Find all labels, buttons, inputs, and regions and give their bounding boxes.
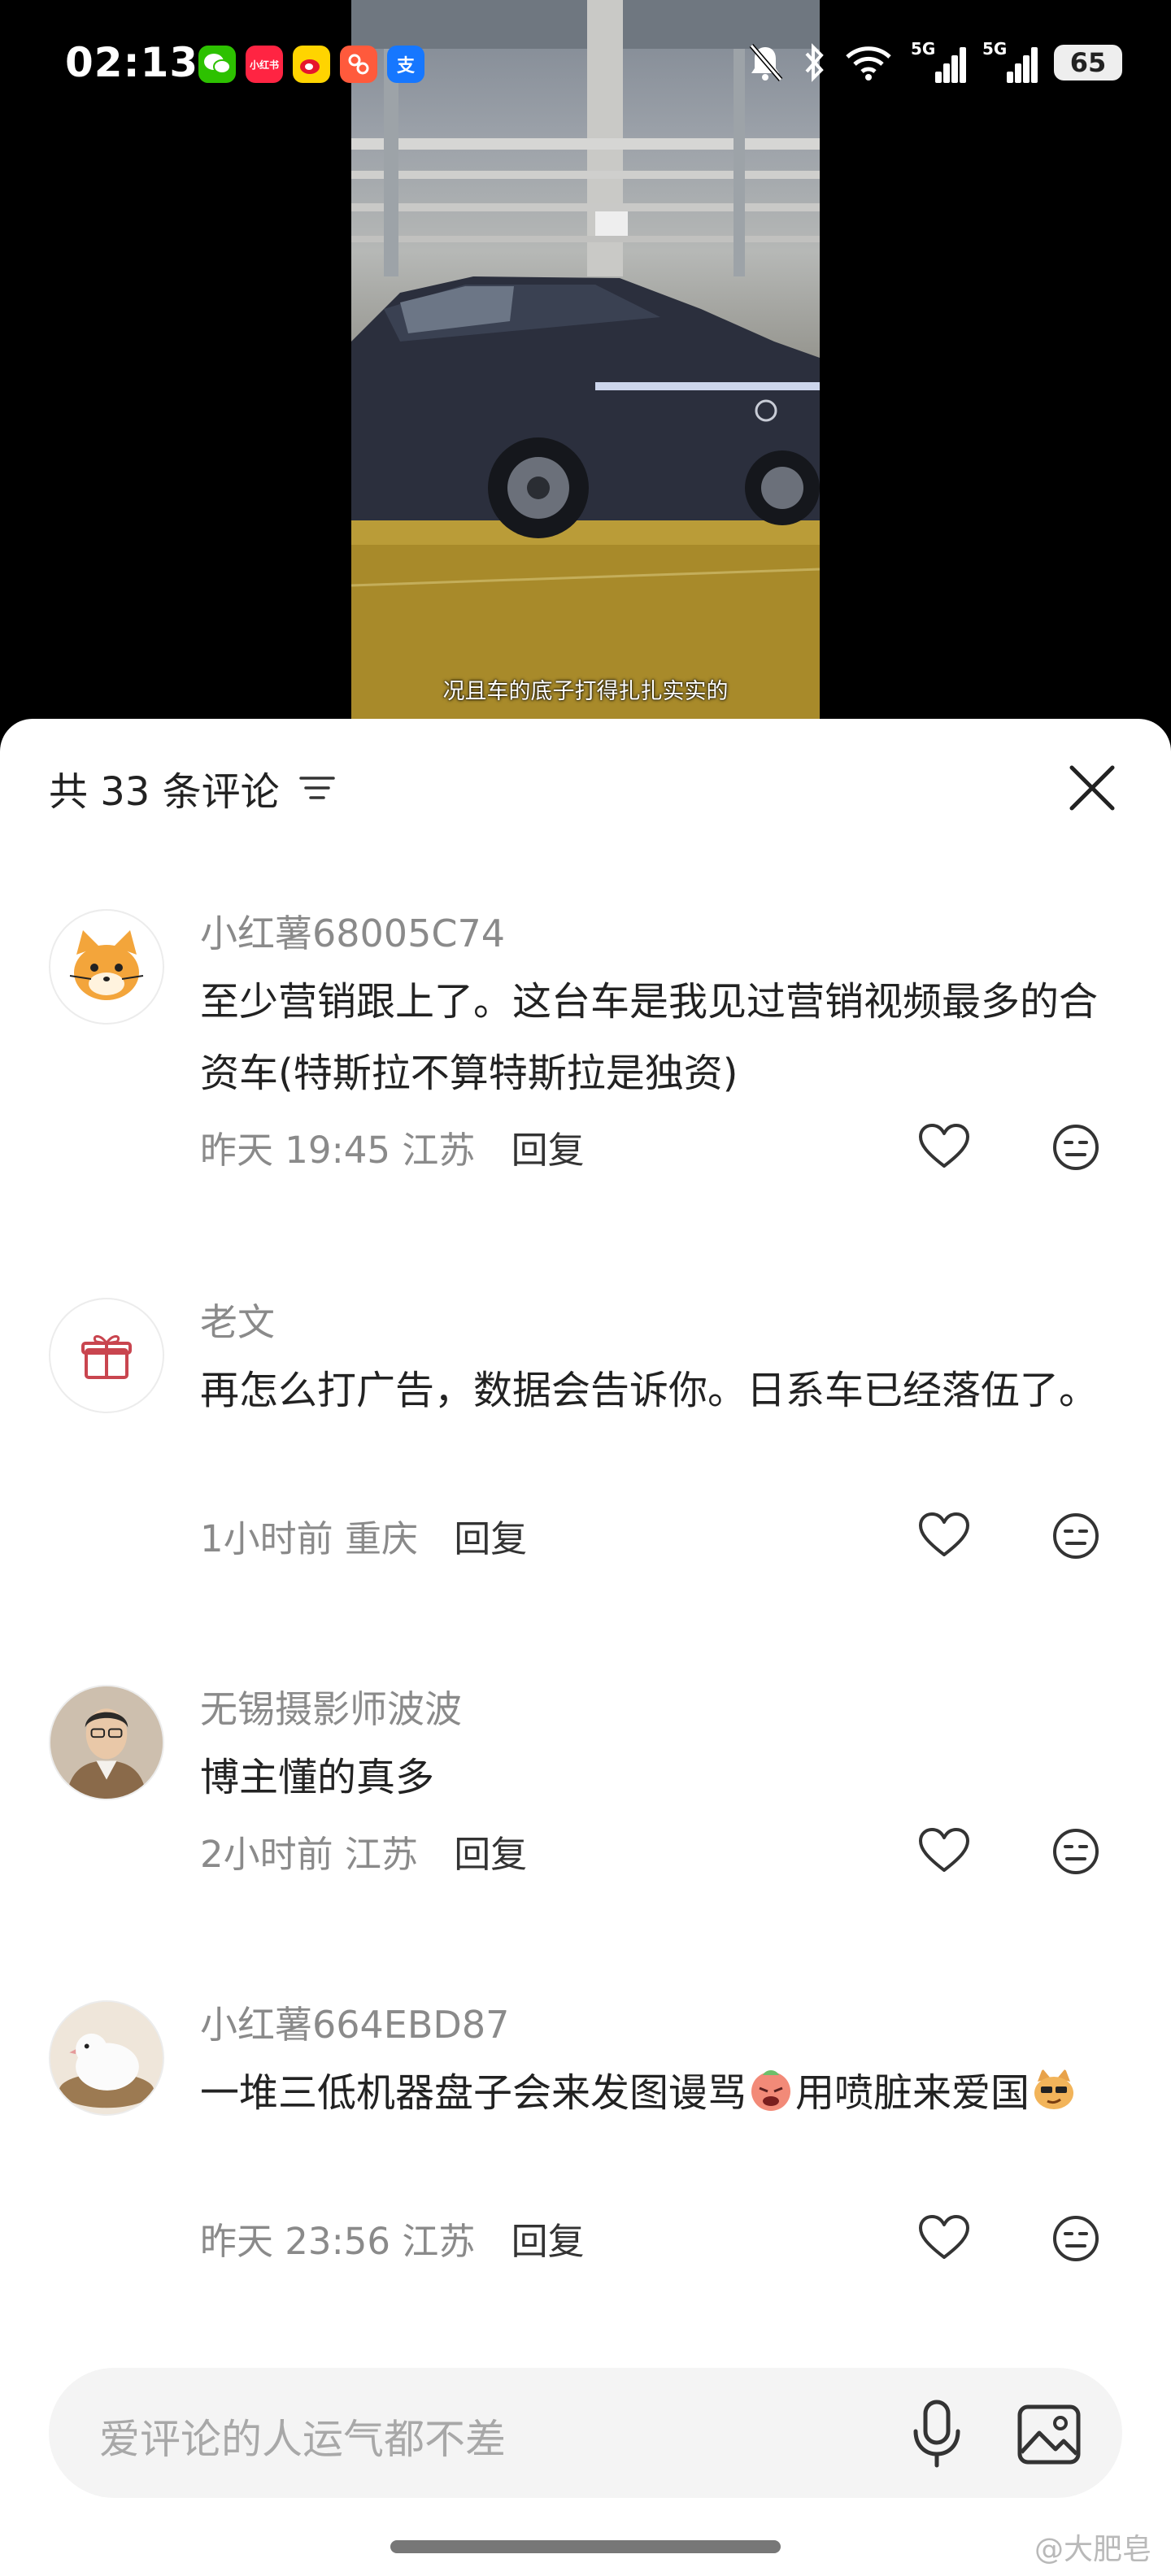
smirk-dog-emoji-icon	[1034, 2069, 1074, 2109]
comment-text-part2: 用喷脏来爱国	[795, 2070, 1030, 2116]
like-heart-icon[interactable]	[917, 2213, 971, 2262]
avatar[interactable]	[49, 909, 164, 1025]
comment-input[interactable]: 爱评论的人运气都不差	[49, 2368, 1122, 2498]
comment-time: 昨天 19:45	[200, 1129, 390, 1172]
emoji-reaction-icon[interactable]	[1051, 1511, 1101, 1561]
video-subtitle: 况且车的底子打得扎扎实实的	[442, 679, 729, 704]
wechat-icon	[198, 46, 236, 83]
emoji-reaction-icon[interactable]	[1051, 1122, 1101, 1173]
reply-button[interactable]: 回复	[511, 2220, 585, 2263]
avatar[interactable]	[49, 1298, 164, 1413]
cellular-signal-2: 5G	[982, 39, 1038, 85]
comment-header: 共 33 条评论	[49, 759, 335, 816]
home-indicator[interactable]	[390, 2540, 781, 2553]
like-heart-icon[interactable]	[917, 1511, 971, 1560]
xiaohongshu-label: 小红书	[249, 59, 279, 71]
comment-sheet: 共 33 条评论 小红薯68005C74 至少营销跟上了。这台车是我见过营销视频…	[0, 719, 1171, 2576]
comment-location: 重庆	[344, 1517, 418, 1560]
emoji-reaction-icon[interactable]	[1051, 1826, 1101, 1877]
avatar[interactable]	[49, 1685, 164, 1800]
weibo-watermark: @大肥皂	[1034, 2533, 1151, 2566]
notification-app-icons: 小红书 支	[198, 46, 424, 83]
comment-meta: 2小时前 江苏 回复	[200, 1825, 527, 1878]
comment-username[interactable]: 小红薯68005C74	[200, 904, 505, 958]
podcast-icon	[340, 46, 377, 83]
image-upload-icon[interactable]	[1016, 2404, 1082, 2465]
reply-button[interactable]: 回复	[511, 1129, 585, 1172]
comment-time: 1小时前	[200, 1517, 333, 1560]
comment-location: 江苏	[402, 1129, 476, 1172]
status-time: 02:13	[65, 39, 199, 86]
comment-meta: 1小时前 重庆 回复	[200, 1509, 527, 1562]
like-heart-icon[interactable]	[917, 1826, 971, 1875]
network-type-2: 5G	[982, 39, 1008, 59]
comment-username[interactable]: 小红薯664EBD87	[200, 1995, 509, 2049]
like-heart-icon[interactable]	[917, 1122, 971, 1171]
comment-meta: 昨天 23:56 江苏 回复	[200, 2212, 585, 2265]
comment-text: 一堆三低机器盘子会来发图谩骂 用喷脏来爱国	[200, 2057, 1127, 2129]
reply-button[interactable]: 回复	[454, 1517, 527, 1560]
cellular-signal-1: 5G	[911, 39, 966, 85]
battery-indicator: 65	[1054, 45, 1122, 80]
xiaohongshu-icon: 小红书	[246, 46, 283, 83]
cat-avatar-icon	[69, 930, 144, 1000]
comment-count-title: 共 33 条评论	[49, 769, 280, 815]
mute-icon	[749, 44, 783, 81]
alipay-label: 支	[396, 56, 415, 76]
microphone-icon[interactable]	[909, 2399, 964, 2469]
comment-location: 江苏	[402, 2220, 476, 2263]
alipay-icon: 支	[387, 46, 424, 83]
reply-button[interactable]: 回复	[454, 1833, 527, 1876]
close-button[interactable]	[1065, 761, 1119, 815]
comment-username[interactable]: 老文	[200, 1293, 275, 1347]
comment-text-part1: 一堆三低机器盘子会来发图谩骂	[200, 2070, 747, 2116]
bird-avatar-icon	[50, 2002, 163, 2114]
comment-text: 博主懂的真多	[200, 1755, 435, 1800]
comment-location: 江苏	[344, 1833, 418, 1876]
status-indicators: 5G 5G 65	[747, 39, 1122, 85]
comment-text: 至少营销跟上了。这台车是我见过营销视频最多的合资车(特斯拉不算特斯拉是独资)	[200, 979, 1099, 1096]
status-bar: 02:13 小红书 支 5G 5G 65	[0, 0, 1171, 130]
wifi-icon	[846, 46, 891, 80]
person-avatar-icon	[50, 1686, 163, 1799]
comment-time: 昨天 23:56	[200, 2220, 390, 2263]
comment-meta: 昨天 19:45 江苏 回复	[200, 1120, 585, 1173]
avatar[interactable]	[49, 2000, 164, 2116]
emoji-reaction-icon[interactable]	[1051, 2213, 1101, 2264]
comment-time: 2小时前	[200, 1833, 333, 1876]
angry-face-emoji-icon	[751, 2070, 791, 2111]
gift-avatar-icon	[81, 1335, 132, 1379]
sort-filter-icon[interactable]	[298, 772, 335, 804]
bluetooth-icon	[805, 43, 824, 82]
comment-text: 再怎么打广告，数据会告诉你。日系车已经落伍了。	[200, 1368, 1099, 1413]
comment-username[interactable]: 无锡摄影师波波	[200, 1680, 462, 1734]
weibo-icon	[293, 46, 330, 83]
network-type-1: 5G	[911, 39, 936, 59]
comment-input-placeholder: 爱评论的人运气都不差	[99, 2416, 506, 2463]
